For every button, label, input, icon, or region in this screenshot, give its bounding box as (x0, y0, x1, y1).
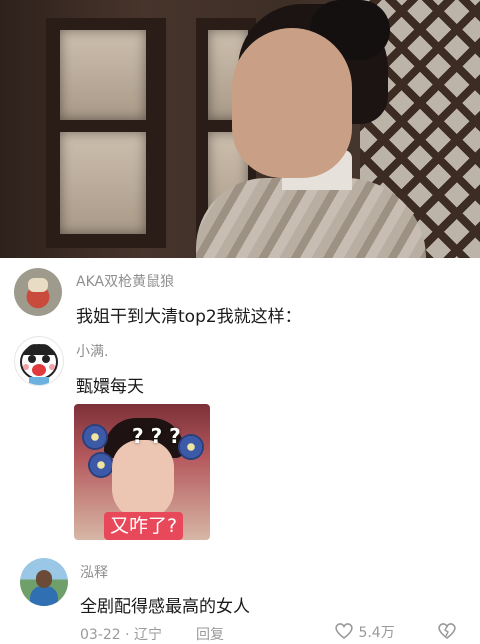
video-frame[interactable] (0, 0, 480, 258)
comment-item: AKA双枪黄鼠狼 我姐干到大清top2我就这样： (0, 262, 480, 332)
comment-item: 泓释 全剧配得感最高的女人 (0, 556, 480, 622)
person-face (232, 28, 352, 178)
heart-icon (335, 623, 353, 640)
comment-author[interactable]: AKA双枪黄鼠狼 (76, 271, 174, 291)
sticker-caption: 又咋了? (104, 512, 184, 540)
avatar[interactable] (20, 558, 68, 606)
comment-text: 全剧配得感最高的女人 (80, 597, 250, 617)
comment-meta: 03-22 · 辽宁 (80, 627, 163, 643)
sticker-flower (178, 434, 204, 460)
comment-item: 小满. 甄嬛每天 (0, 334, 480, 550)
comment-author[interactable]: 小满. (76, 341, 108, 361)
sticker-question-marks: ? ? ? (132, 424, 181, 448)
like-button[interactable]: 5.4万 (334, 622, 395, 642)
sticker-flower (82, 424, 108, 450)
like-count: 5.4万 (358, 625, 395, 641)
broken-heart-icon (438, 623, 456, 640)
comment-text: 我姐干到大清top2我就这样： (76, 307, 302, 327)
window-pane (60, 30, 146, 120)
comment-author[interactable]: 泓释 (80, 562, 108, 582)
window-pane (60, 132, 146, 234)
cartoon-face-icon (20, 344, 58, 385)
sticker-flower (88, 452, 114, 478)
sticker-face (112, 440, 174, 520)
sticker-image[interactable]: ? ? ? 又咋了? (74, 404, 210, 540)
comment-text: 甄嬛每天 (76, 377, 144, 397)
avatar[interactable] (14, 336, 64, 386)
dislike-button[interactable] (436, 622, 458, 644)
comment-footer: 03-22 · 辽宁 回复 5.4万 (0, 622, 480, 643)
reply-button[interactable]: 回复 (196, 624, 224, 644)
avatar[interactable] (14, 268, 62, 316)
